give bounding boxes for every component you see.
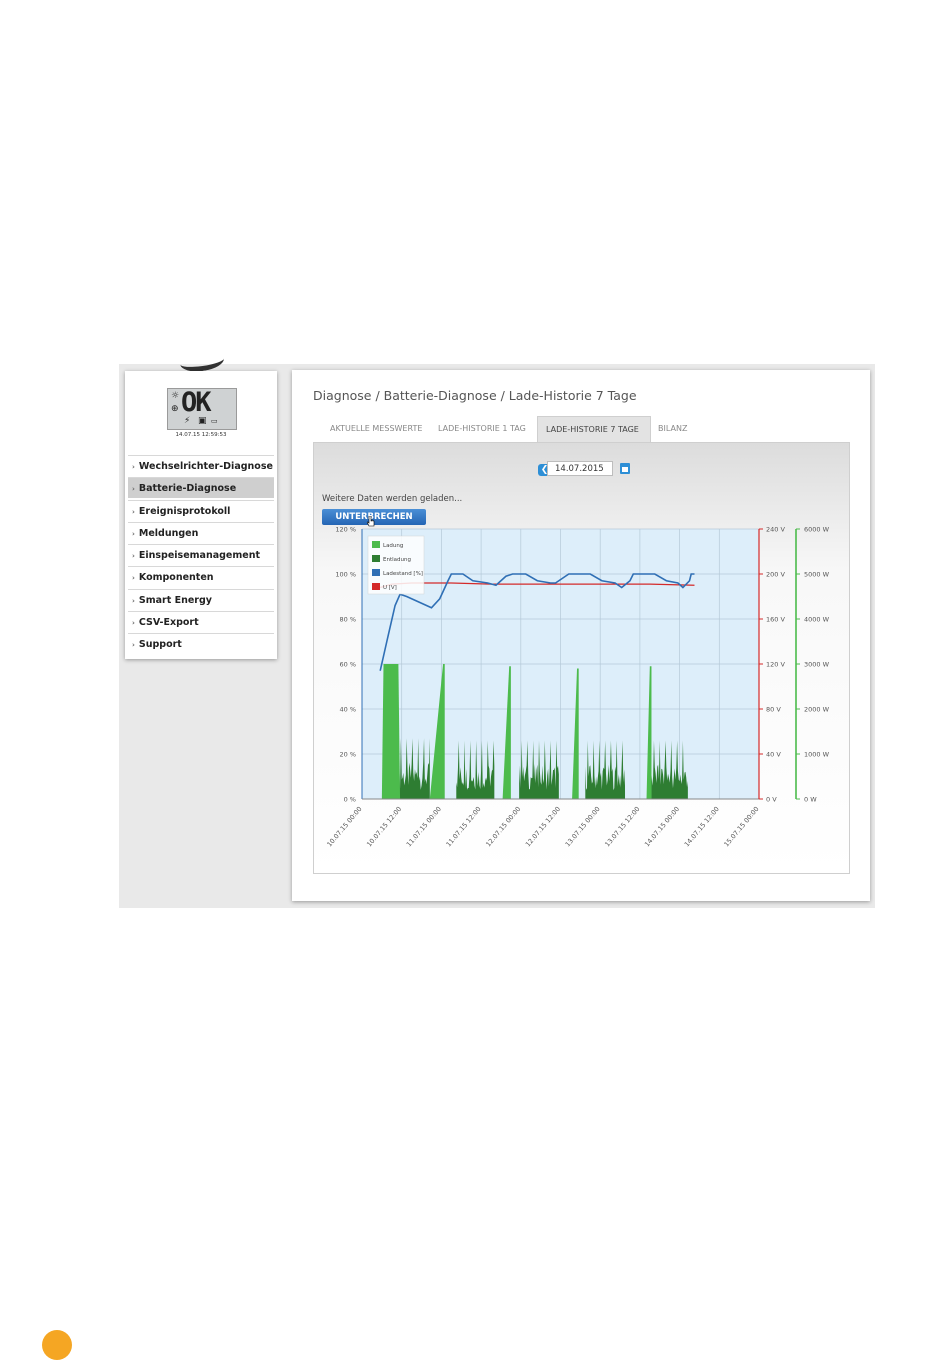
sidebar-item-label: Wechselrichter-Diagnose bbox=[138, 461, 273, 472]
sidebar-item-label: Einspeisemanagement bbox=[138, 550, 261, 562]
y-tick-label-left: 100 % bbox=[335, 571, 356, 579]
tab-bar: AKTUELLE MESSWERTE LADE-HISTORIE 1 TAG L… bbox=[313, 416, 850, 442]
plug-icon: ⚡ bbox=[184, 416, 191, 426]
tab-lade-historie-7-tage[interactable]: LADE-HISTORIE 7 TAGE bbox=[537, 416, 651, 442]
x-tick-label: 13.07.15 00:00 bbox=[564, 805, 602, 848]
y-tick-label-power: 5000 W bbox=[804, 571, 830, 579]
y-tick-label-left: 60 % bbox=[339, 661, 356, 669]
chevron-right-icon: › bbox=[132, 596, 135, 605]
chevron-right-icon: › bbox=[132, 552, 135, 561]
main-panel: Diagnose / Batterie-Diagnose / Lade-Hist… bbox=[292, 370, 870, 901]
device-timestamp: 14.07.15 12:59:53 bbox=[175, 432, 227, 438]
sidebar-item-meldungen[interactable]: › Meldungen bbox=[128, 521, 274, 543]
chevron-right-icon: › bbox=[132, 529, 135, 538]
chart-panel: ❮ 14.07.2015 Weitere Daten werden gelade… bbox=[313, 442, 850, 874]
y-tick-label-voltage: 80 V bbox=[766, 706, 781, 714]
sidebar-item-label: CSV-Export bbox=[138, 617, 199, 629]
y-tick-label-left: 120 % bbox=[335, 526, 356, 534]
sidebar-item-label: Smart Energy bbox=[138, 594, 212, 606]
chevron-right-icon: › bbox=[132, 619, 135, 628]
breadcrumb: Diagnose / Batterie-Diagnose / Lade-Hist… bbox=[313, 388, 637, 403]
chevron-right-icon: › bbox=[132, 485, 135, 494]
sidebar-item-smart-energy[interactable]: › Smart Energy bbox=[128, 588, 274, 610]
x-tick-label: 12.07.15 12:00 bbox=[524, 805, 562, 848]
battery-history-chart: 0 % 20 % 40 % 60 % 80 % 100 % 120 % 0 V 40 V 80 V… bbox=[325, 526, 830, 849]
charge-area bbox=[381, 664, 401, 799]
sidebar-item-label: Komponenten bbox=[138, 572, 214, 584]
x-tick-label: 10.07.15 00:00 bbox=[325, 805, 363, 848]
sidebar-item-wechselrichter-diagnose[interactable]: › Wechselrichter-Diagnose bbox=[128, 455, 274, 476]
y-tick-label-left: 0 % bbox=[344, 796, 356, 804]
legend-swatch bbox=[372, 583, 380, 590]
y-tick-label-left: 40 % bbox=[339, 706, 356, 714]
device-status-display: ☼ ⊕ OK ⚡ ▣ ▭ bbox=[167, 387, 237, 430]
x-tick-label: 14.07.15 12:00 bbox=[683, 805, 721, 848]
y-tick-label-power: 3000 W bbox=[804, 661, 830, 669]
x-tick-label: 11.07.15 00:00 bbox=[405, 805, 443, 848]
chevron-right-icon: › bbox=[132, 641, 135, 650]
sidebar-item-label: Batterie-Diagnose bbox=[138, 483, 237, 495]
tab-aktuelle-messwerte[interactable]: AKTUELLE MESSWERTE bbox=[330, 416, 422, 442]
sidebar-item-ereignisprotokoll[interactable]: › Ereignisprotokoll bbox=[128, 499, 274, 521]
status-ok-text: OK bbox=[181, 387, 211, 418]
y-tick-label-left: 80 % bbox=[339, 616, 356, 624]
legend-label: U [V] bbox=[383, 585, 397, 591]
grid-icon: ⊕ bbox=[171, 404, 179, 414]
tab-bilanz[interactable]: BILANZ bbox=[658, 416, 687, 442]
legend-swatch bbox=[372, 541, 380, 548]
y-tick-label-voltage: 160 V bbox=[766, 616, 785, 624]
y-tick-label-voltage: 40 V bbox=[766, 751, 781, 759]
sidebar-item-label: Meldungen bbox=[138, 527, 199, 539]
sidebar-item-csv-export[interactable]: › CSV-Export bbox=[128, 611, 274, 632]
sidebar-item-label: Ereignisprotokoll bbox=[138, 505, 231, 517]
legend-label: Ladestand [%] bbox=[383, 571, 423, 577]
legend-swatch bbox=[372, 569, 380, 576]
sun-icon: ☼ bbox=[171, 391, 180, 401]
x-tick-label: 13.07.15 12:00 bbox=[603, 805, 641, 848]
x-tick-label: 12.07.15 00:00 bbox=[484, 805, 522, 848]
sidebar-item-label: Support bbox=[138, 639, 182, 651]
meter-icon: ▣ bbox=[198, 416, 207, 426]
y-tick-label-voltage: 240 V bbox=[766, 526, 785, 534]
page-marker-dot bbox=[42, 1330, 72, 1360]
x-tick-label: 11.07.15 12:00 bbox=[445, 805, 483, 848]
y-tick-label-power: 6000 W bbox=[804, 526, 830, 534]
y-tick-label-power: 1000 W bbox=[804, 751, 830, 759]
legend-label: Entladung bbox=[383, 557, 411, 563]
tab-lade-historie-1-tag[interactable]: LADE-HISTORIE 1 TAG bbox=[438, 416, 526, 442]
x-tick-label: 14.07.15 00:00 bbox=[643, 805, 681, 848]
sidebar-item-batterie-diagnose[interactable]: › Batterie-Diagnose bbox=[128, 477, 274, 499]
sidebar: ☼ ⊕ OK ⚡ ▣ ▭ 14.07.15 12:59:53 › Wechselr… bbox=[125, 371, 277, 659]
x-tick-label: 15.07.15 00:00 bbox=[722, 805, 760, 848]
legend-label: Ladung bbox=[383, 543, 403, 549]
chevron-right-icon: › bbox=[132, 507, 135, 516]
y-tick-label-power: 2000 W bbox=[804, 706, 830, 714]
sidebar-nav: › Wechselrichter-Diagnose › Batterie-Diagno… bbox=[128, 455, 274, 656]
chevron-right-icon: › bbox=[132, 463, 135, 471]
y-tick-label-power: 0 W bbox=[804, 796, 817, 804]
battery-icon: ▭ bbox=[211, 417, 218, 425]
legend-swatch bbox=[372, 555, 380, 562]
x-tick-label: 10.07.15 12:00 bbox=[365, 805, 403, 848]
y-tick-label-voltage: 120 V bbox=[766, 661, 785, 669]
y-tick-label-voltage: 0 V bbox=[766, 796, 777, 804]
chevron-right-icon: › bbox=[132, 574, 135, 583]
sidebar-item-komponenten[interactable]: › Komponenten bbox=[128, 566, 274, 587]
sidebar-item-support[interactable]: › Support bbox=[128, 633, 274, 654]
y-tick-label-voltage: 200 V bbox=[766, 571, 785, 579]
sidebar-item-einspeisemanagement[interactable]: › Einspeisemanagement bbox=[128, 544, 274, 565]
y-tick-label-left: 20 % bbox=[339, 751, 356, 759]
y-tick-label-power: 4000 W bbox=[804, 616, 830, 624]
